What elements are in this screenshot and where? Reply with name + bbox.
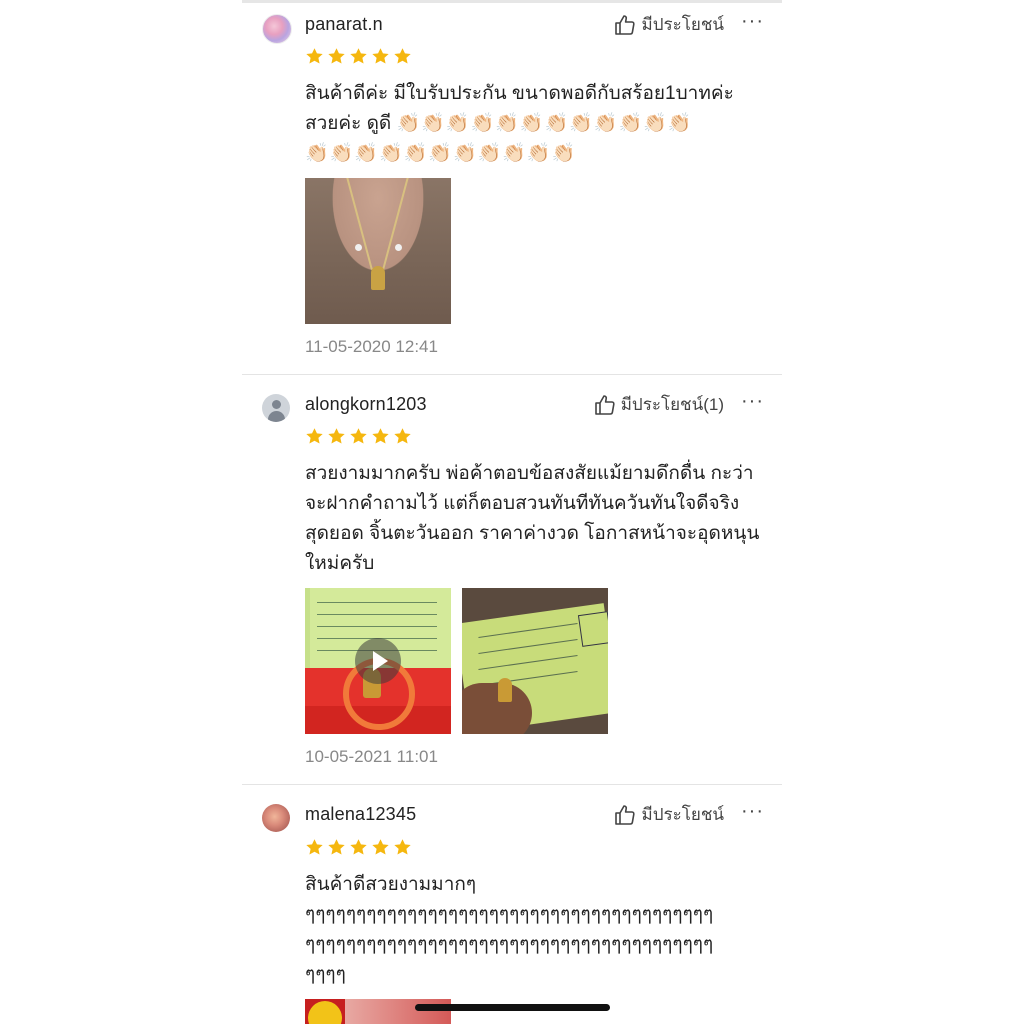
review-text-line: ๆๆๆๆๆๆๆๆๆๆๆๆๆๆๆๆๆๆๆๆๆๆๆๆๆๆๆๆๆๆๆๆๆๆๆๆๆๆๆๆ	[305, 934, 714, 955]
play-icon[interactable]	[355, 638, 401, 684]
review-text-line: ๆๆๆๆๆๆๆๆๆๆๆๆๆๆๆๆๆๆๆๆๆๆๆๆๆๆๆๆๆๆๆๆๆๆๆๆๆๆๆๆ	[305, 904, 714, 925]
home-indicator[interactable]	[415, 1004, 610, 1011]
review-text-line: สวยงามมากครับ พ่อค้าตอบข้อสงสัยแม้ยามดึก…	[305, 463, 754, 484]
review-text-line: สุดยอด จิ้นตะวันออก ราคาค่างวด โอกาสหน้า…	[305, 523, 760, 544]
thumbs-up-icon	[615, 14, 636, 35]
avatar[interactable]	[262, 14, 292, 44]
review-text-line: ใหม่ครับ	[305, 553, 375, 574]
star-icon	[306, 428, 323, 444]
review-text: สวยงามมากครับ พ่อค้าตอบข้อสงสัยแม้ยามดึก…	[305, 459, 765, 579]
review-item: alongkorn1203 มีประโยชน์(1) ··· สวยงามมา…	[242, 375, 782, 784]
review-date: 11-05-2020 12:41	[305, 337, 438, 356]
star-icon	[350, 48, 367, 64]
review-item: panarat.n มีประโยชน์ ··· สินค้าดีค่ะ มีใ…	[242, 0, 782, 374]
review-username[interactable]: alongkorn1203	[305, 394, 427, 415]
review-text: สินค้าดีค่ะ มีใบรับประกัน ขนาดพอดีกับสร้…	[305, 79, 765, 169]
review-date: 10-05-2021 11:01	[305, 747, 438, 766]
helpful-button[interactable]: มีประโยชน์	[613, 11, 724, 38]
helpful-label: มีประโยชน์	[641, 805, 724, 824]
star-icon	[394, 428, 411, 444]
reviews-feed: panarat.n มีประโยชน์ ··· สินค้าดีค่ะ มีใ…	[242, 0, 782, 1024]
more-options-icon[interactable]: ···	[741, 10, 764, 33]
review-photo[interactable]	[462, 588, 608, 734]
thumbs-up-icon	[615, 804, 636, 825]
star-rating	[305, 47, 412, 66]
review-username[interactable]: malena12345	[305, 804, 416, 825]
helpful-button[interactable]: มีประโยชน์	[613, 801, 724, 828]
star-icon	[328, 48, 345, 64]
review-text-segment: สวยค่ะ ดูดี	[305, 113, 397, 134]
helpful-label: มีประโยชน์	[641, 15, 724, 34]
more-options-icon[interactable]: ···	[741, 390, 764, 413]
clap-emoji: 👏🏻👏🏻👏🏻👏🏻👏🏻👏🏻👏🏻👏🏻👏🏻👏🏻👏🏻👏🏻	[396, 113, 693, 134]
star-rating	[305, 427, 412, 446]
star-icon	[372, 839, 389, 855]
review-username[interactable]: panarat.n	[305, 14, 383, 35]
review-item: malena12345 มีประโยชน์ ··· สินค้าดีสวยงา…	[242, 785, 782, 1024]
star-icon	[328, 428, 345, 444]
clap-emoji: 👏🏻👏🏻👏🏻👏🏻👏🏻👏🏻👏🏻👏🏻👏🏻👏🏻👏🏻	[305, 143, 577, 164]
review-text-line: จะฝากคำถามไว้ แต่ก็ตอบสวนทันทีทันควันทัน…	[305, 493, 740, 514]
review-photo[interactable]	[305, 999, 451, 1024]
star-icon	[372, 428, 389, 444]
thumbs-up-icon	[594, 394, 615, 415]
star-icon	[394, 48, 411, 64]
review-video-thumbnail[interactable]	[305, 588, 451, 734]
star-icon	[306, 839, 323, 855]
avatar[interactable]	[262, 394, 290, 422]
review-photo[interactable]	[305, 178, 451, 324]
star-icon	[328, 839, 345, 855]
review-text-line: สินค้าดีค่ะ มีใบรับประกัน ขนาดพอดีกับสร้…	[305, 83, 734, 104]
star-icon	[350, 839, 367, 855]
review-text: สินค้าดีสวยงามมากๆ ๆๆๆๆๆๆๆๆๆๆๆๆๆๆๆๆๆๆๆๆๆ…	[305, 870, 765, 990]
helpful-label: มีประโยชน์(1)	[620, 395, 724, 414]
more-options-icon[interactable]: ···	[741, 800, 764, 823]
review-text-line: สวยค่ะ ดูดี 👏🏻👏🏻👏🏻👏🏻👏🏻👏🏻👏🏻👏🏻👏🏻👏🏻👏🏻👏🏻	[305, 109, 765, 139]
star-rating	[305, 838, 412, 857]
star-icon	[306, 48, 323, 64]
star-icon	[394, 839, 411, 855]
review-text-line: สินค้าดีสวยงามมากๆ	[305, 874, 477, 895]
review-text-line: ๆๆๆๆ	[305, 964, 346, 985]
star-icon	[372, 48, 389, 64]
avatar[interactable]	[262, 804, 290, 832]
helpful-button[interactable]: มีประโยชน์(1)	[593, 391, 724, 418]
star-icon	[350, 428, 367, 444]
